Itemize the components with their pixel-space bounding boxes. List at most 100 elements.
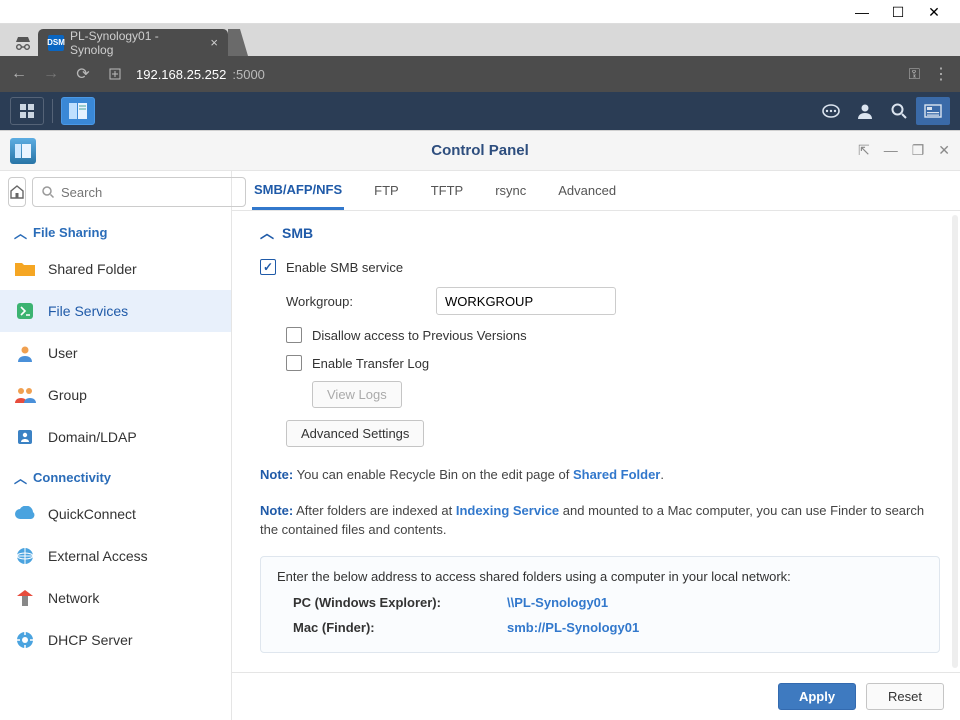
search-field[interactable]: [32, 177, 246, 207]
window-minimize-icon[interactable]: —: [884, 142, 898, 159]
note-text: You can enable Recycle Bin on the edit p…: [297, 467, 573, 482]
os-titlebar: — ☐ ✕: [0, 0, 960, 24]
note-recycle-bin: Note: You can enable Recycle Bin on the …: [260, 457, 940, 493]
search-input[interactable]: [61, 185, 237, 200]
tab-close-icon[interactable]: ×: [210, 35, 218, 50]
sidebar-item-file-services[interactable]: File Services: [0, 290, 231, 332]
workgroup-row: Workgroup:: [260, 281, 940, 321]
section-file-sharing[interactable]: ︿ File Sharing: [0, 213, 231, 248]
sidebar: ︿ File Sharing Shared Folder File Servic…: [0, 171, 232, 720]
tab-smb-afp-nfs[interactable]: SMB/AFP/NFS: [252, 172, 344, 210]
tab-advanced[interactable]: Advanced: [556, 173, 618, 208]
sidebar-item-domain-ldap[interactable]: Domain/LDAP: [0, 416, 231, 458]
access-address-infobox: Enter the below address to access shared…: [260, 556, 940, 653]
note-label: Note:: [260, 467, 293, 482]
sidebar-item-group[interactable]: Group: [0, 374, 231, 416]
notifications-icon[interactable]: [814, 97, 848, 125]
browser-toolbar: ← → ⟳ 192.168.25.252 :5000 ⚿ ⋮: [0, 56, 960, 92]
sidebar-item-label: Network: [48, 590, 99, 606]
window-close-icon[interactable]: ✕: [938, 142, 950, 159]
sidebar-item-dhcp-server[interactable]: DHCP Server: [0, 619, 231, 661]
section-label: File Sharing: [33, 225, 107, 240]
tab-ftp[interactable]: FTP: [372, 173, 401, 208]
window-maximize-icon[interactable]: ❐: [912, 142, 925, 159]
sidebar-item-external-access[interactable]: External Access: [0, 535, 231, 577]
checkbox-transfer-log[interactable]: [286, 355, 302, 371]
window-pin-icon[interactable]: ⇱: [858, 142, 870, 159]
window-title: Control Panel: [0, 142, 960, 159]
search-icon[interactable]: [882, 97, 916, 125]
window-titlebar[interactable]: Control Panel ⇱ — ❐ ✕: [0, 131, 960, 171]
section-heading: SMB: [282, 225, 313, 241]
note-label: Note:: [260, 503, 293, 518]
tab-rsync[interactable]: rsync: [493, 173, 528, 208]
user-icon[interactable]: [848, 97, 882, 125]
sidebar-item-network[interactable]: Network: [0, 577, 231, 619]
shared-folder-link[interactable]: Shared Folder: [573, 467, 660, 482]
section-connectivity[interactable]: ︿ Connectivity: [0, 458, 231, 493]
chevron-up-icon: ︿: [260, 223, 274, 243]
disallow-prev-versions-row[interactable]: Disallow access to Previous Versions: [260, 321, 940, 349]
dsm-main-menu-button[interactable]: [10, 97, 44, 125]
globe-icon: [14, 545, 36, 567]
url-host: 192.168.25.252: [136, 67, 226, 82]
group-icon: [14, 384, 36, 406]
os-maximize-button[interactable]: ☐: [880, 0, 916, 24]
checkbox-enable-smb[interactable]: [260, 259, 276, 275]
section-afp-header[interactable]: ﹀ AFP: [260, 659, 940, 673]
dhcp-icon: [14, 629, 36, 651]
sidebar-item-label: User: [48, 345, 78, 361]
view-logs-button[interactable]: View Logs: [312, 381, 402, 408]
user-icon: [14, 342, 36, 364]
domain-icon: [14, 426, 36, 448]
home-button[interactable]: [8, 177, 26, 207]
saved-password-icon[interactable]: ⚿: [909, 66, 920, 83]
workgroup-input[interactable]: [436, 287, 616, 315]
taskbar-control-panel[interactable]: [61, 97, 95, 125]
os-minimize-button[interactable]: —: [844, 0, 880, 24]
sidebar-item-shared-folder[interactable]: Shared Folder: [0, 248, 231, 290]
advanced-settings-button[interactable]: Advanced Settings: [286, 420, 424, 447]
chevron-up-icon: ︿: [14, 223, 27, 242]
sidebar-item-label: File Services: [48, 303, 128, 319]
browser-menu-button[interactable]: ⋮: [930, 64, 952, 84]
sidebar-item-label: Group: [48, 387, 87, 403]
folder-icon: [14, 258, 36, 280]
forward-button[interactable]: →: [40, 65, 62, 83]
section-label: Connectivity: [33, 470, 111, 485]
tab-tftp[interactable]: TFTP: [429, 173, 466, 208]
reload-button[interactable]: ⟳: [72, 64, 94, 84]
infobox-value: \\PL-Synology01: [507, 595, 608, 610]
infobox-value: smb://PL-Synology01: [507, 620, 639, 635]
indexing-service-link[interactable]: Indexing Service: [456, 503, 559, 518]
enable-smb-checkbox-row[interactable]: Enable SMB service: [260, 253, 940, 281]
section-smb-header[interactable]: ︿ SMB: [260, 211, 940, 253]
sidebar-item-quickconnect[interactable]: QuickConnect: [0, 493, 231, 535]
reset-button[interactable]: Reset: [866, 683, 944, 710]
sidebar-item-user[interactable]: User: [0, 332, 231, 374]
sidebar-item-label: Domain/LDAP: [48, 429, 137, 445]
os-close-button[interactable]: ✕: [916, 0, 952, 24]
chevron-up-icon: ︿: [14, 468, 27, 487]
infobox-key: PC (Windows Explorer):: [277, 595, 507, 610]
checkbox-disallow-prev[interactable]: [286, 327, 302, 343]
network-icon: [14, 587, 36, 609]
window-app-icon: [10, 138, 36, 164]
browser-tab[interactable]: DSM PL-Synology01 - Synolog ×: [38, 29, 228, 56]
scrollbar[interactable]: [952, 215, 958, 668]
dsm-menubar: [0, 92, 960, 130]
address-bar[interactable]: 192.168.25.252 :5000 ⚿: [136, 66, 920, 83]
note-text: After folders are indexed at: [296, 503, 456, 518]
checkbox-label: Enable Transfer Log: [312, 356, 429, 371]
site-info-icon[interactable]: [104, 67, 126, 81]
sidebar-item-label: DHCP Server: [48, 632, 133, 648]
content-pane: ︿ SMB Enable SMB service Workgroup: Disa…: [232, 211, 960, 672]
url-port: :5000: [232, 67, 265, 82]
footer-bar: Apply Reset: [232, 672, 960, 720]
widgets-icon[interactable]: [916, 97, 950, 125]
enable-transfer-log-row[interactable]: Enable Transfer Log: [260, 349, 940, 377]
back-button[interactable]: ←: [8, 65, 30, 83]
tab-shape: [228, 29, 248, 56]
apply-button[interactable]: Apply: [778, 683, 856, 710]
control-panel-window: Control Panel ⇱ — ❐ ✕ ︿ File Sharing: [0, 130, 960, 720]
